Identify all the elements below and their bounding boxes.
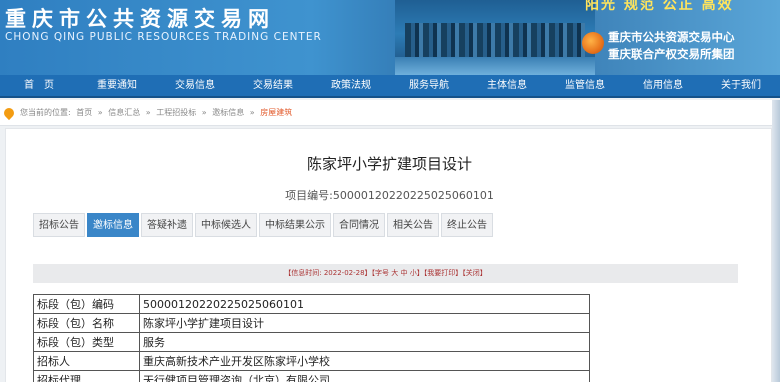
nav-policies[interactable]: 政策法规 [312,75,390,96]
nav-service-guide[interactable]: 服务导航 [390,75,468,96]
breadcrumb-item-invite[interactable]: 邀标信息 [212,108,244,117]
row-value: 重庆高新技术产业开发区陈家坪小学校 [139,351,590,371]
location-pin-icon [1,105,17,121]
project-number: 项目编号:500001202202250250601​01 [6,187,773,203]
tab-qa-addenda[interactable]: 答疑补遗 [141,213,193,237]
page-edge [772,100,780,382]
tab-invitation-info[interactable]: 邀标信息 [87,213,139,237]
table-row: 招标人 重庆高新技术产业开发区陈家坪小学校 [33,351,590,371]
nav-trade-results[interactable]: 交易结果 [234,75,312,96]
row-value: 陈家坪小学扩建项目设计 [139,313,590,333]
row-key: 标段（包）编码 [33,294,140,314]
tab-related-notice[interactable]: 相关公告 [387,213,439,237]
org-logo-icon [582,32,604,54]
nav-credit[interactable]: 信用信息 [624,75,702,96]
breadcrumb-sep: » [145,108,151,117]
nav-notices[interactable]: 重要通知 [78,75,156,96]
tab-contract[interactable]: 合同情况 [333,213,385,237]
table-row: 招标代理 天行健项目管理咨询（北京）有限公司 [33,370,590,382]
row-value: 服务 [139,332,590,352]
project-info-table: 标段（包）编码 5000012022022502506010​1 标段（包）名称… [33,294,590,382]
org-name-2: 重庆联合产权交易所集团 [608,47,735,61]
content-panel: 陈家坪小学扩建项目设计 项目编号:500001202202250250601​0… [5,128,772,382]
table-row: 标段（包）名称 陈家坪小学扩建项目设计 [33,313,590,333]
row-key: 标段（包）名称 [33,313,140,333]
table-row: 标段（包）编码 5000012022022502506010​1 [33,294,590,314]
row-key: 招标代理 [33,370,140,382]
breadcrumb-sep: » [249,108,255,117]
org-name-1: 重庆市公共资源交易中心 [608,30,735,44]
breadcrumb-sep: » [201,108,207,117]
breadcrumb-item-home[interactable]: 首页 [76,108,92,117]
site-title-english: CHONG QING PUBLIC RESOURCES TRADING CENT… [5,31,322,43]
tab-tender-notice[interactable]: 招标公告 [33,213,85,237]
site-title[interactable]: 重庆市公共资源交易网 [5,3,275,33]
tab-termination[interactable]: 终止公告 [441,213,493,237]
city-skyline-image [395,0,595,75]
tab-candidates[interactable]: 中标候选人 [195,213,257,237]
nav-trade-info[interactable]: 交易信息 [156,75,234,96]
breadcrumb-item-engineering[interactable]: 工程招投标 [156,108,196,117]
nav-about[interactable]: 关于我们 [702,75,780,96]
project-number-label: 项目编号: [285,189,333,202]
tab-bar: 招标公告 邀标信息 答疑补遗 中标候选人 中标结果公示 合同情况 相关公告 终止… [33,213,495,237]
row-key: 标段（包）类型 [33,332,140,352]
breadcrumb: 您当前的位置: 首页 » 信息汇总 » 工程招投标 » 邀标信息 » 房屋建筑 [0,100,780,126]
breadcrumb-prefix: 您当前的位置: [20,108,71,117]
row-value: 天行健项目管理咨询（北京）有限公司 [139,370,590,382]
breadcrumb-current[interactable]: 房屋建筑 [260,108,292,117]
table-row: 标段（包）类型 服务 [33,332,590,352]
breadcrumb-item-summary[interactable]: 信息汇总 [108,108,140,117]
nav-entity-info[interactable]: 主体信息 [468,75,546,96]
nav-home[interactable]: 首 页 [0,75,78,96]
page-title: 陈家坪小学扩建项目设计 [306,155,472,173]
main-nav: 首 页 重要通知 交易信息 交易结果 政策法规 服务导航 主体信息 监管信息 信… [0,75,780,98]
row-key: 招标人 [33,351,140,371]
row-value: 5000012022022502506010​1 [139,294,590,314]
slogan: 阳光 规范 公正 高效 [585,0,734,13]
breadcrumb-sep: » [97,108,103,117]
project-number-value: 500001202202250250601​01 [332,189,494,202]
nav-supervision[interactable]: 监管信息 [546,75,624,96]
header-banner: 重庆市公共资源交易网 CHONG QING PUBLIC RESOURCES T… [0,0,780,75]
tab-award-result[interactable]: 中标结果公示 [259,213,331,237]
info-toolbar[interactable]: 【信息时间: 2022-02-28】【字号 大 中 小】【我要打印】【关闭】 [33,264,738,283]
